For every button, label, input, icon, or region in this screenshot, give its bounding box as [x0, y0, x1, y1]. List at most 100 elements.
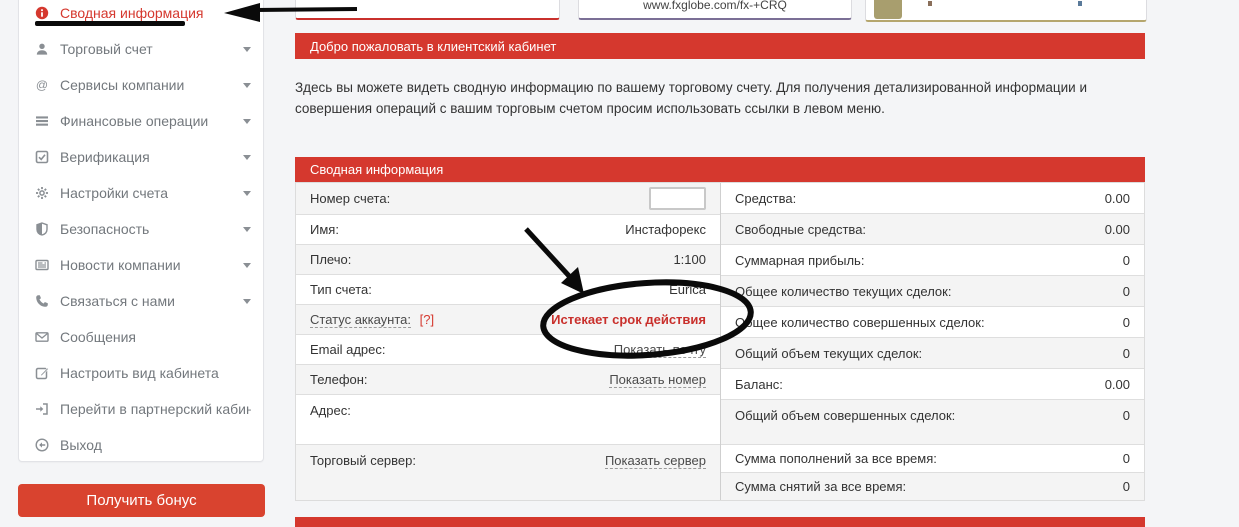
- shield-icon: [34, 221, 50, 237]
- sidebar-item-customize-cabinet[interactable]: Настроить вид кабинета: [19, 355, 263, 391]
- row-label: Общий объем совершенных сделок:: [735, 408, 955, 423]
- mail-icon: [34, 329, 50, 345]
- info-icon: [34, 5, 50, 21]
- logout-icon: [34, 437, 50, 453]
- welcome-header-bar: Добро пожаловать в клиентский кабинет: [295, 33, 1145, 59]
- table-row-equity: Средства: 0.00: [721, 183, 1144, 214]
- chevron-down-icon: [243, 191, 251, 196]
- sidebar-item-company-news[interactable]: Новости компании: [19, 247, 263, 283]
- sidebar-item-security[interactable]: Безопасность: [19, 211, 263, 247]
- show-phone-link[interactable]: Показать номер: [609, 372, 706, 388]
- sidebar-menu: Сводная информация Торговый счет @ Серви…: [18, 0, 264, 462]
- table-row-free-margin: Свободные средства: 0.00: [721, 214, 1144, 245]
- edit-icon: [34, 365, 50, 381]
- sidebar-item-account-settings[interactable]: Настройки счета: [19, 175, 263, 211]
- row-label: Свободные средства:: [735, 222, 866, 237]
- sidebar-item-financial-operations[interactable]: Финансовые операции: [19, 103, 263, 139]
- top-card-referral-url: www.fxglobe.com/fx-+CRQ: [578, 0, 852, 20]
- row-label: Плечо:: [310, 252, 351, 267]
- row-value: 0: [1123, 479, 1130, 494]
- at-icon: @: [34, 77, 50, 93]
- row-label: Сумма снятий за все время:: [735, 479, 906, 494]
- table-row-total-deposits: Сумма пополнений за все время: 0: [721, 445, 1144, 473]
- show-server-link[interactable]: Показать сервер: [605, 453, 706, 469]
- row-label: Общее количество совершенных сделок:: [735, 315, 985, 330]
- show-email-link[interactable]: Показать почту: [614, 342, 706, 358]
- row-value: 0.00: [1105, 377, 1130, 392]
- table-row-account-number: Номер счета:: [296, 183, 720, 215]
- welcome-header-title: Добро пожаловать в клиентский кабинет: [310, 39, 556, 54]
- row-label: Баланс:: [735, 377, 783, 392]
- banner-thumbnail: [874, 0, 902, 19]
- table-row-account-status: Статус аккаунта: [?] Истекает срок дейст…: [296, 305, 720, 335]
- row-value: 0: [1123, 346, 1130, 361]
- row-value: 0: [1123, 408, 1130, 423]
- table-row-phone: Телефон: Показать номер: [296, 365, 720, 395]
- table-row-closed-trades-count: Общее количество совершенных сделок: 0: [721, 307, 1144, 338]
- phone-icon: [34, 293, 50, 309]
- list-icon: [34, 113, 50, 129]
- table-row-total-profit: Суммарная прибыль: 0: [721, 245, 1144, 276]
- sidebar-item-logout[interactable]: Выход: [19, 427, 263, 463]
- sidebar-item-label: Сводная информация: [60, 5, 251, 21]
- banner-text-fragment: [928, 1, 932, 6]
- table-row-open-trades-volume: Общий объем текущих сделок: 0: [721, 338, 1144, 369]
- banner-text-fragment: [1078, 1, 1082, 6]
- table-row-address: Адрес:: [296, 395, 720, 445]
- row-value: Инстафорекс: [625, 222, 706, 237]
- row-label: Общий объем текущих сделок:: [735, 346, 922, 361]
- table-row-email: Email адрес: Показать почту: [296, 335, 720, 365]
- chevron-down-icon: [243, 83, 251, 88]
- welcome-description: Здесь вы можете видеть сводную информаци…: [295, 77, 1153, 119]
- summary-table-right-column: Средства: 0.00 Свободные средства: 0.00 …: [720, 183, 1144, 500]
- news-icon: [34, 257, 50, 273]
- row-value: 0: [1123, 253, 1130, 268]
- row-label: Номер счета:: [310, 191, 390, 206]
- sidebar-item-label: Связаться с нами: [60, 293, 237, 309]
- get-bonus-button[interactable]: Получить бонус: [18, 484, 265, 517]
- chevron-down-icon: [243, 299, 251, 304]
- svg-text:@: @: [36, 78, 48, 92]
- sidebar-item-label: Торговый счет: [60, 41, 237, 57]
- signin-icon: [34, 401, 50, 417]
- table-row-name: Имя: Инстафорекс: [296, 215, 720, 245]
- sidebar-item-trading-account[interactable]: Торговый счет: [19, 31, 263, 67]
- row-label: Тип счета:: [310, 282, 372, 297]
- table-row-balance: Баланс: 0.00: [721, 369, 1144, 400]
- account-status-link[interactable]: Статус аккаунта:: [310, 312, 411, 328]
- table-row-closed-trades-volume: Общий объем совершенных сделок: 0: [721, 400, 1144, 445]
- sidebar-item-company-services[interactable]: @ Сервисы компании: [19, 67, 263, 103]
- row-value: 0: [1123, 315, 1130, 330]
- sidebar-item-partner-cabinet[interactable]: Перейти в партнерский кабинет: [19, 391, 263, 427]
- row-value: 0.00: [1105, 191, 1130, 206]
- help-icon[interactable]: [?]: [420, 312, 434, 327]
- row-label: Суммарная прибыль:: [735, 253, 864, 268]
- chevron-down-icon: [243, 47, 251, 52]
- masked-account-number: [649, 187, 706, 210]
- user-icon: [34, 41, 50, 57]
- sidebar-item-label: Перейти в партнерский кабинет: [60, 401, 251, 417]
- referral-url-text[interactable]: www.fxglobe.com/fx-+CRQ: [643, 0, 787, 12]
- sidebar-item-label: Выход: [60, 437, 251, 453]
- row-label: Общее количество текущих сделок:: [735, 284, 951, 299]
- sidebar-item-contact-us[interactable]: Связаться с нами: [19, 283, 263, 319]
- row-label: Имя:: [310, 222, 339, 237]
- next-section-header-partial: [295, 517, 1145, 527]
- table-row-account-type: Тип счета: Eurica: [296, 275, 720, 305]
- sidebar-item-label: Сервисы компании: [60, 77, 237, 93]
- sidebar-item-messages[interactable]: Сообщения: [19, 319, 263, 355]
- chevron-down-icon: [243, 263, 251, 268]
- sidebar-item-verification[interactable]: Верификация: [19, 139, 263, 175]
- top-card-banner: [865, 0, 1147, 22]
- row-value: 1:100: [673, 252, 706, 267]
- sidebar-item-label: Новости компании: [60, 257, 237, 273]
- top-card-cropped: [295, 0, 560, 20]
- row-label: Email адрес:: [310, 342, 386, 357]
- sidebar-item-label: Финансовые операции: [60, 113, 237, 129]
- sidebar-item-summary-info[interactable]: Сводная информация: [19, 0, 263, 31]
- table-row-trading-server: Торговый сервер: Показать сервер: [296, 445, 720, 500]
- chevron-down-icon: [243, 227, 251, 232]
- table-row-total-withdrawals: Сумма снятий за все время: 0: [721, 473, 1144, 500]
- account-status-value: Истекает срок действия: [551, 312, 706, 327]
- summary-header-title: Сводная информация: [310, 162, 443, 177]
